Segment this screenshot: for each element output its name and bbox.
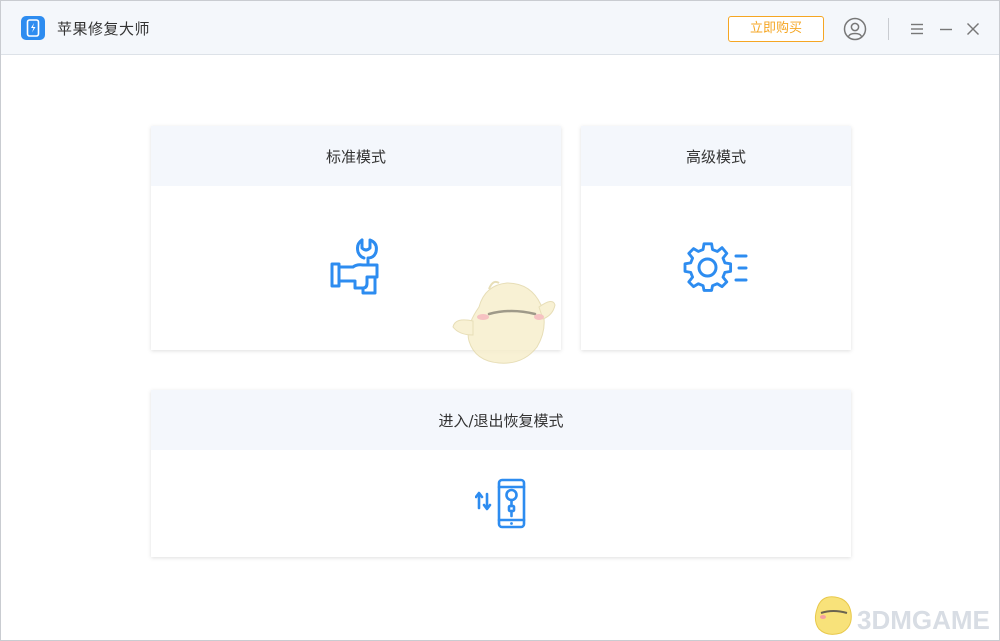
close-icon[interactable] [965,21,981,37]
app-window: 苹果修复大师 立即购买 标准模式 高级模式 进入/退出恢复模式 3DMGAME [0,0,1000,641]
title-bar[interactable]: 苹果修复大师 立即购买 [1,1,999,55]
recovery-mode-title: 进入/退出恢复模式 [151,390,851,450]
recovery-mode-card[interactable]: 进入/退出恢复模式 [151,390,851,557]
phone-logo-icon [21,16,45,40]
title-bar-divider [888,18,889,40]
menu-icon[interactable] [909,21,925,37]
standard-mode-title: 标准模式 [151,126,561,186]
user-icon[interactable] [843,17,867,41]
advanced-mode-card[interactable]: 高级模式 [581,126,851,350]
app-title: 苹果修复大师 [57,20,151,38]
wrench-hand-icon [330,238,379,295]
advanced-mode-title: 高级模式 [581,126,851,186]
phone-recovery-icon [475,478,526,529]
buy-now-button[interactable]: 立即购买 [728,16,824,42]
mascot-watermark-image [452,280,556,364]
minimize-icon[interactable] [938,21,954,37]
watermark-text: 3DMGAME [857,605,990,635]
gear-settings-icon [683,242,748,292]
